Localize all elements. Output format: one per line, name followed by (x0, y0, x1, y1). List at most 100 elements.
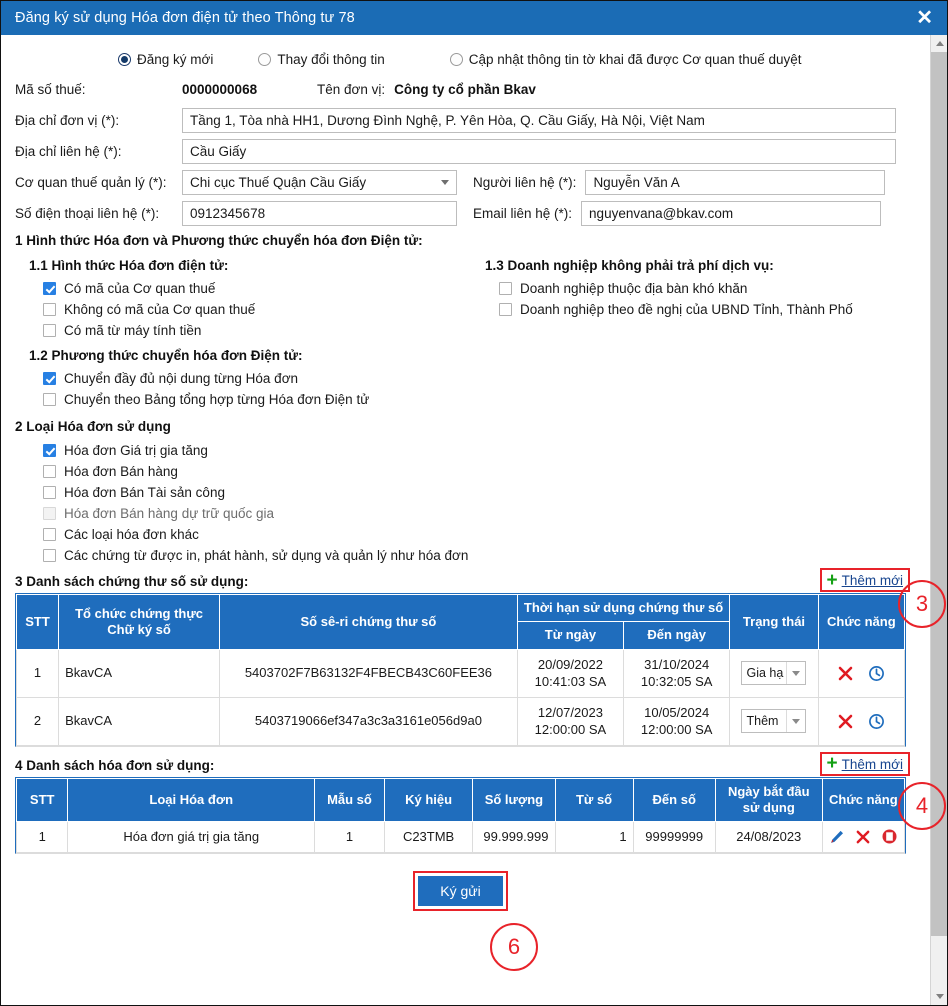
delete-icon[interactable] (837, 713, 854, 730)
th-from-date: Từ ngày (516, 621, 625, 650)
submit-button-wrap: Ký gửi (413, 870, 508, 911)
annotation-6: 6 (490, 923, 538, 971)
radio-label: Cập nhật thông tin tờ khai đã được Cơ qu… (468, 51, 802, 67)
checkbox-checked-icon (43, 282, 56, 295)
status-select[interactable]: Gia hạ (741, 661, 807, 686)
cell-to-no: 99999999 (632, 821, 716, 853)
checkbox-dia-ban-kho-khan[interactable]: Doanh nghiệp thuộc địa bàn khó khăn (499, 278, 906, 299)
radio-label: Đăng ký mới (137, 51, 214, 67)
checkbox-label: Có mã từ máy tính tiền (64, 323, 202, 338)
checkbox-unchecked-icon (43, 528, 56, 541)
section4-title: 4 Danh sách hóa đơn sử dụng: (15, 757, 215, 773)
th-action: Chức năng (821, 777, 906, 823)
scroll-up-icon[interactable] (931, 35, 947, 52)
invoice-table-header-row: STT Loại Hóa đơn Mẫu số Ký hiệu Số lượng… (15, 777, 906, 823)
cell-actions (817, 648, 906, 698)
status-select-value: Thêm (746, 714, 779, 729)
checkbox-label: Doanh nghiệp thuộc địa bàn khó khăn (520, 281, 748, 296)
status-select-value: Gia hạ (746, 666, 784, 681)
checkbox-label: Doanh nghiệp theo đề nghị của UBND Tỉnh,… (520, 302, 853, 317)
checkbox-unchecked-icon (43, 303, 56, 316)
checkbox-de-nghi-ubnd[interactable]: Doanh nghiệp theo đề nghị của UBND Tỉnh,… (499, 299, 906, 320)
close-icon[interactable]: ✕ (914, 8, 935, 28)
checkbox-hd-gtgt[interactable]: Hóa đơn Giá trị gia tăng (43, 440, 906, 461)
edit-icon[interactable] (829, 829, 845, 845)
add-certificate-label: Thêm mới (841, 573, 903, 588)
contact-person-input[interactable] (585, 169, 886, 195)
checkbox-hd-khac[interactable]: Các loại hóa đơn khác (43, 524, 906, 545)
checkbox-label: Các chứng từ được in, phát hành, sử dụng… (64, 548, 469, 563)
stop-icon[interactable] (881, 828, 898, 845)
certificate-table-header-row-1: STT Tổ chức chứng thực Chữ ký số Số sê-r… (15, 593, 906, 650)
delete-icon[interactable] (855, 829, 871, 845)
checkbox-label: Có mã của Cơ quan thuế (64, 281, 216, 296)
address-input[interactable] (182, 107, 896, 133)
checkbox-checked-icon (43, 444, 56, 457)
checkbox-hd-ban-hang[interactable]: Hóa đơn Bán hàng (43, 461, 906, 482)
tax-office-select[interactable] (182, 169, 457, 195)
phone-label: Số điện thoại liên hệ (*): (15, 205, 160, 221)
cell-from: 12/07/2023 12:00:00 SA (516, 696, 625, 746)
cell-to-date: 31/10/2024 (644, 656, 710, 672)
cell-from-time: 10:41:03 SA (534, 674, 607, 690)
section1-2-title: 1.2 Phương thức chuyển hóa đơn Điện tử: (29, 348, 303, 363)
cell-symbol: C23TMB (383, 821, 474, 853)
cell-from-date: 12/07/2023 (537, 704, 603, 720)
checkbox-label: Hóa đơn Bán Tài sản công (64, 485, 225, 500)
dialog-title: Đăng ký sử dụng Hóa đơn điện tử theo Thô… (15, 10, 355, 26)
checkbox-checked-icon (43, 372, 56, 385)
checkbox-label: Chuyển theo Bảng tổng hợp từng Hóa đơn Đ… (64, 392, 370, 407)
checkbox-label: Hóa đơn Bán hàng (64, 464, 178, 479)
section1-1-title: 1.1 Hình thức Hóa đơn điện tử: (29, 258, 229, 273)
history-icon[interactable] (868, 665, 885, 682)
checkbox-chuyen-bang-tong-hop[interactable]: Chuyển theo Bảng tổng hợp từng Hóa đơn Đ… (43, 389, 485, 410)
checkbox-label: Hóa đơn Bán hàng dự trữ quốc gia (64, 506, 275, 521)
submit-button[interactable]: Ký gửi (418, 875, 503, 906)
radio-unselected-icon (258, 52, 272, 66)
certificate-table-wrap: STT Tổ chức chứng thực Chữ ký số Số sê-r… (15, 593, 906, 747)
checkbox-chung-tu-khac[interactable]: Các chứng từ được in, phát hành, sử dụng… (43, 545, 906, 566)
phone-input[interactable] (182, 200, 457, 226)
radio-cap-nhat-thong-tin[interactable]: Cập nhật thông tin tờ khai đã được Cơ qu… (449, 51, 802, 67)
th-stt: STT (15, 777, 69, 823)
radio-dang-ky-moi[interactable]: Đăng ký mới (118, 52, 213, 67)
cell-org: BkavCA (58, 696, 221, 746)
th-period: Thời hạn sử dụng chứng thư số (516, 593, 731, 623)
cell-from: 20/09/2022 10:41:03 SA (516, 648, 625, 698)
add-certificate-button[interactable]: + Thêm mới (824, 571, 906, 590)
scroll-down-icon[interactable] (931, 988, 947, 1005)
add-invoice-button[interactable]: + Thêm mới (824, 753, 906, 775)
radio-thay-doi-thong-tin[interactable]: Thay đổi thông tin (258, 52, 385, 67)
checkbox-co-ma-may-tinh-tien[interactable]: Có mã từ máy tính tiền (43, 320, 485, 341)
checkbox-unchecked-icon (43, 393, 56, 406)
address-row: Địa chỉ đơn vị (*): (15, 107, 906, 133)
cell-stt: 1 (15, 821, 69, 853)
cell-actions (817, 696, 906, 746)
th-symbol: Ký hiệu (383, 777, 474, 823)
chevron-down-icon[interactable] (786, 710, 805, 733)
th-org: Tổ chức chứng thực Chữ ký số (58, 594, 221, 650)
checkbox-chuyen-day-du[interactable]: Chuyển đầy đủ nội dung từng Hóa đơn (43, 368, 485, 389)
section3-title: 3 Danh sách chứng thư số sử dụng: (15, 574, 249, 589)
tax-office-select-value[interactable] (182, 169, 457, 195)
checkbox-co-ma-cqt[interactable]: Có mã của Cơ quan thuế (43, 278, 485, 299)
radio-unselected-icon (449, 52, 463, 66)
email-input[interactable] (581, 200, 882, 226)
th-serial: Số sê-ri chứng thư số (219, 594, 518, 650)
checkbox-unchecked-icon (43, 465, 56, 478)
vertical-scrollbar[interactable] (930, 35, 947, 1005)
contact-address-input[interactable] (182, 138, 896, 164)
history-icon[interactable] (868, 713, 885, 730)
cell-actions (821, 821, 906, 853)
chevron-down-icon[interactable] (786, 662, 805, 685)
checkbox-hd-ban-tai-san-cong[interactable]: Hóa đơn Bán Tài sản công (43, 482, 906, 503)
delete-icon[interactable] (837, 665, 854, 682)
th-from-no: Từ số (554, 777, 634, 823)
checkbox-khong-co-ma-cqt[interactable]: Không có mã của Cơ quan thuế (43, 299, 485, 320)
section1-right-column: 1.3 Doanh nghiệp không phải trả phí dịch… (485, 254, 906, 410)
status-select[interactable]: Thêm (741, 709, 807, 734)
plus-icon: + (826, 753, 838, 775)
th-status: Trạng thái (729, 594, 819, 650)
cell-status: Gia hạ (729, 648, 819, 698)
invoice-table: STT Loại Hóa đơn Mẫu số Ký hiệu Số lượng… (15, 777, 906, 853)
